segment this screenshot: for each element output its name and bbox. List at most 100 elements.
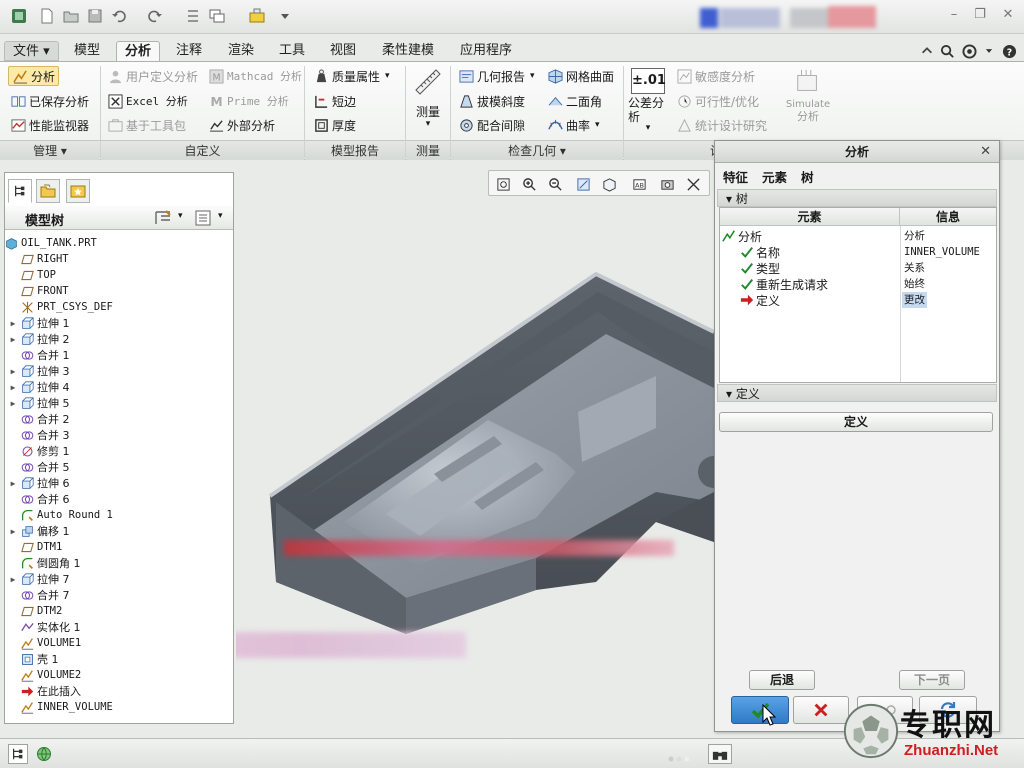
close-window-icon[interactable]	[248, 7, 266, 25]
new-icon[interactable]	[38, 7, 56, 25]
show-menu-dropdown-icon[interactable]: ▾	[218, 211, 223, 221]
next-button[interactable]: 下一页	[899, 670, 965, 690]
help-circle-icon[interactable]	[960, 42, 978, 60]
analysis-button[interactable]: 分析	[8, 66, 60, 86]
browser-toggle-icon[interactable]	[34, 744, 54, 764]
dropdown-arrow-icon[interactable]	[980, 42, 998, 60]
tab-annotate[interactable]: 注释	[168, 41, 210, 61]
close-icon[interactable]: ✕	[980, 141, 991, 163]
tree-item[interactable]: PRT_CSYS_DEF	[8, 299, 113, 315]
zoom-in-icon[interactable]	[519, 174, 539, 194]
performance-monitor-button[interactable]: 性能监视器	[10, 115, 89, 135]
feasibility-button[interactable]: 可行性/优化	[676, 91, 759, 111]
define-button[interactable]: 定义	[719, 412, 993, 432]
expand-arrow-icon[interactable]: ▶	[8, 479, 18, 488]
tree-item[interactable]: ▶ 拉伸 1	[8, 315, 70, 331]
excel-analysis-button[interactable]: Excel 分析	[107, 91, 188, 111]
column-header-element[interactable]: 元素	[720, 208, 900, 226]
tree-item[interactable]: 合并 2	[8, 411, 70, 427]
expand-arrow-icon[interactable]: ▶	[8, 335, 18, 344]
table-row[interactable]: 名称	[740, 244, 780, 260]
minimize-button[interactable]: –	[946, 8, 962, 22]
tree-item[interactable]: 合并 3	[8, 427, 70, 443]
expand-arrow-icon[interactable]: ▶	[8, 367, 18, 376]
tree-item[interactable]: 合并 1	[8, 347, 70, 363]
short-edge-button[interactable]: 短边	[313, 91, 356, 111]
display-style-icon[interactable]	[599, 174, 619, 194]
tab-analysis[interactable]: 分析	[116, 41, 161, 61]
group-inspect-geometry[interactable]: 检查几何 ▾	[451, 140, 623, 160]
curvature-button[interactable]: 曲率 ▾	[547, 115, 600, 135]
group-manage[interactable]: 管理 ▾	[0, 140, 100, 160]
app-icon[interactable]	[10, 7, 28, 25]
tab-render[interactable]: 渲染	[220, 41, 262, 61]
search-icon[interactable]	[938, 42, 956, 60]
tree-item[interactable]: DTM1	[8, 539, 62, 555]
tree-item[interactable]: 修剪 1	[8, 443, 70, 459]
external-analysis-button[interactable]: 外部分析	[208, 115, 275, 135]
sensitivity-analysis-button[interactable]: 敏感度分析	[676, 66, 755, 86]
model-tree-tab-icon[interactable]	[8, 179, 32, 203]
folder-browser-tab-icon[interactable]	[36, 179, 60, 203]
user-defined-analysis-button[interactable]: 用户定义分析	[107, 66, 198, 86]
open-icon[interactable]	[62, 7, 80, 25]
draft-button[interactable]: 拔模斜度	[458, 91, 525, 111]
save-icon[interactable]	[86, 7, 104, 25]
tab-tools[interactable]: 工具	[271, 41, 313, 61]
tree-item[interactable]: VOLUME2	[8, 667, 81, 683]
define-section-header[interactable]: ▾ 定义	[717, 384, 997, 402]
show-menu-icon[interactable]	[194, 209, 212, 230]
ok-button[interactable]	[731, 696, 789, 724]
tree-item[interactable]: 合并 7	[8, 587, 70, 603]
tree-item[interactable]: ▶ 拉伸 7	[8, 571, 70, 587]
undo-icon[interactable]	[110, 7, 128, 25]
geometry-report-button[interactable]: 几何报告 ▾	[458, 66, 535, 86]
dihedral-button[interactable]: 二面角	[547, 91, 602, 111]
tree-item[interactable]: 倒圆角 1	[8, 555, 81, 571]
expand-arrow-icon[interactable]: ▶	[8, 383, 18, 392]
tree-item[interactable]: 壳 1	[8, 651, 59, 667]
tree-item[interactable]: ▶ 拉伸 3	[8, 363, 70, 379]
customize-icon[interactable]	[276, 7, 294, 25]
table-row[interactable]: 分析	[722, 228, 762, 244]
tree-item[interactable]: DTM2	[8, 603, 62, 619]
tree-item[interactable]: FRONT	[8, 283, 69, 299]
menu-feature[interactable]: 特征	[723, 167, 748, 185]
tab-view[interactable]: 视图	[322, 41, 364, 61]
cancel-button[interactable]	[793, 696, 849, 724]
tree-item[interactable]: ▶ 拉伸 5	[8, 395, 70, 411]
tree-item[interactable]: 实体化 1	[8, 619, 81, 635]
column-header-info[interactable]: 信息	[900, 208, 996, 226]
table-row[interactable]: 类型	[740, 260, 780, 276]
tab-applications[interactable]: 应用程序	[452, 41, 520, 61]
repaint-icon[interactable]	[573, 174, 593, 194]
table-row-selected[interactable]: 定义	[740, 292, 780, 308]
find-icon[interactable]	[708, 744, 732, 764]
measure-button[interactable]: 测量 ▾	[408, 66, 448, 129]
refit-icon[interactable]	[493, 174, 513, 194]
tab-file[interactable]: 文件 ▾	[4, 41, 59, 61]
tree-item[interactable]: 在此插入	[8, 683, 81, 699]
saved-orientations-icon[interactable]: AB	[629, 174, 649, 194]
expand-arrow-icon[interactable]: ▶	[8, 399, 18, 408]
tree-item[interactable]: TOP	[8, 267, 56, 283]
regenerate-icon[interactable]	[184, 7, 202, 25]
statistical-study-button[interactable]: 统计设计研究	[676, 115, 767, 135]
toolkit-analysis-button[interactable]: 基于工具包	[107, 115, 186, 135]
menu-element[interactable]: 元素	[762, 167, 787, 185]
simulate-button[interactable]: Simulate 分析	[782, 68, 834, 123]
tree-item[interactable]: RIGHT	[8, 251, 69, 267]
clearance-button[interactable]: 配合间隙	[458, 115, 525, 135]
mesh-surface-button[interactable]: 网格曲面	[547, 66, 614, 86]
tree-item[interactable]: 合并 5	[8, 459, 70, 475]
minimize-ribbon-icon[interactable]	[918, 42, 936, 60]
table-row[interactable]: 重新生成请求	[740, 276, 828, 292]
navigator-toggle-icon[interactable]	[8, 744, 28, 764]
graphics-window[interactable]	[236, 162, 714, 736]
tree-root-item[interactable]: OIL_TANK.PRT	[0, 235, 97, 251]
tree-item[interactable]: 合并 6	[8, 491, 70, 507]
help-icon[interactable]: ?	[1000, 42, 1018, 60]
restore-button[interactable]: ❐	[972, 8, 988, 22]
expand-arrow-icon[interactable]: ▶	[8, 527, 18, 536]
redo-icon[interactable]	[146, 7, 164, 25]
